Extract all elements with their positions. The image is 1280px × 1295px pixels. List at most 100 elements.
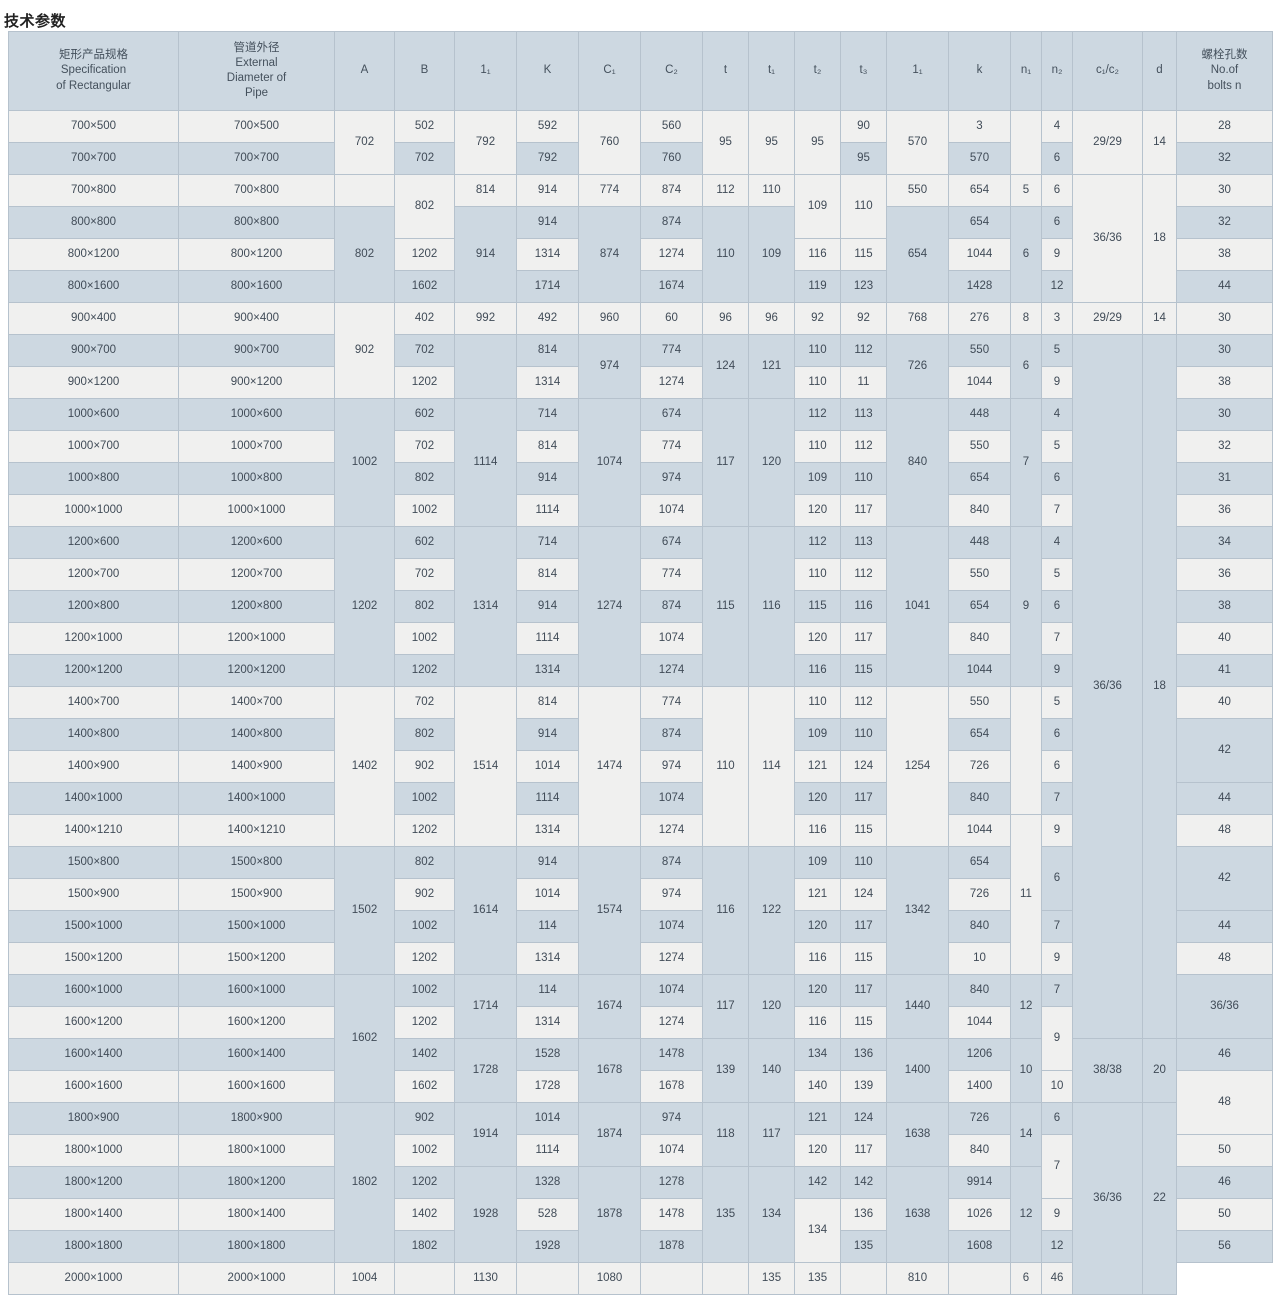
cell-t2: 135	[748, 1262, 795, 1295]
cell-C2: 974	[640, 462, 703, 495]
cell-K: 1714	[516, 270, 579, 303]
cell-t3: 135	[840, 1230, 887, 1263]
column-header-n2: n₂	[1041, 31, 1073, 111]
cell-bolts: 31	[1176, 462, 1273, 495]
cell-n2: 9	[1041, 238, 1073, 271]
cell-B: 1002	[394, 622, 455, 655]
cell-t2: 95	[794, 110, 841, 175]
cell-n2: 3	[1041, 302, 1073, 335]
cell-bolts: 50	[1176, 1134, 1273, 1167]
cell-t1	[702, 1262, 749, 1295]
cell-C2: 674	[640, 526, 703, 559]
cell-n2: 4	[1041, 526, 1073, 559]
cell-C1: 760	[578, 110, 641, 175]
cell-n2: 6	[1041, 142, 1073, 175]
cell-l1_b: 654	[886, 206, 949, 303]
cell-l1_b: 1638	[886, 1166, 949, 1263]
cell-ext_dia_pipe: 900×700	[178, 334, 335, 367]
cell-bolts: 30	[1176, 334, 1273, 367]
cell-k: 840	[948, 782, 1011, 815]
technical-parameters-table: 矩形产品规格 Specification of Rectangular 管道外径 Ext…	[8, 31, 1273, 1295]
cell-t3: 112	[840, 558, 887, 591]
cell-n2: 5	[1041, 686, 1073, 719]
cell-k: 570	[948, 142, 1011, 175]
cell-n2: 5	[1041, 430, 1073, 463]
cell-n2: 7	[1041, 974, 1073, 1007]
cell-bolts: 40	[1176, 622, 1273, 655]
cell-spec_rect: 1400×700	[8, 686, 179, 719]
cell-B: 702	[394, 430, 455, 463]
cell-n2: 6	[1041, 462, 1073, 495]
column-header-A: A	[334, 31, 395, 111]
cell-n1: 6	[1010, 334, 1042, 399]
cell-C2: 1674	[640, 270, 703, 303]
cell-n2: 6	[1041, 718, 1073, 751]
cell-n1	[1010, 110, 1042, 175]
cell-spec_rect: 1200×1000	[8, 622, 179, 655]
cell-n2: 7	[1041, 622, 1073, 655]
cell-B: 802	[394, 718, 455, 751]
cell-C1: 1878	[578, 1166, 641, 1263]
cell-n2: 5	[1041, 558, 1073, 591]
cell-l1_a	[394, 1262, 455, 1295]
cell-t: 95	[702, 110, 749, 175]
cell-C2: 1074	[640, 782, 703, 815]
cell-C1	[516, 1262, 579, 1295]
cell-K: 114	[516, 910, 579, 943]
cell-k: 1044	[948, 366, 1011, 399]
cell-C1: 1874	[578, 1102, 641, 1167]
table-row: 900×700 900×700 702 814 974 774 124 121 110 112 72…	[8, 334, 1273, 1039]
cell-l1_b: 1254	[886, 686, 949, 847]
cell-k: 654	[948, 174, 1011, 207]
cell-t2: 109	[794, 462, 841, 495]
cell-B: 802	[394, 174, 455, 239]
cell-n1: 11	[1010, 814, 1042, 975]
cell-t3: 115	[840, 238, 887, 271]
cell-t3: 117	[840, 494, 887, 527]
cell-ext_dia_pipe: 900×400	[178, 302, 335, 335]
cell-C1: 1574	[578, 846, 641, 975]
cell-t1: 140	[748, 1038, 795, 1103]
cell-c1_c2: 36/36	[1072, 1102, 1143, 1295]
cell-K: 114	[516, 974, 579, 1007]
cell-C2: 1274	[640, 814, 703, 847]
cell-t1: 95	[748, 110, 795, 175]
cell-bolts: 38	[1176, 590, 1273, 623]
cell-n1: 14	[1010, 1102, 1042, 1167]
cell-K: 814	[516, 686, 579, 719]
cell-K: 1014	[516, 1102, 579, 1135]
cell-B: 702	[394, 558, 455, 591]
cell-n2: 5	[1041, 334, 1073, 367]
cell-C2: 1074	[640, 494, 703, 527]
cell-t2: 115	[794, 590, 841, 623]
cell-B: 1202	[394, 654, 455, 687]
cell-n2: 9	[1041, 654, 1073, 687]
cell-C2: 874	[640, 590, 703, 623]
cell-d: 18	[1142, 174, 1177, 303]
cell-k: 1608	[948, 1230, 1011, 1263]
cell-t2: 116	[794, 814, 841, 847]
cell-spec_rect: 1600×1400	[8, 1038, 179, 1071]
cell-k: 550	[948, 334, 1011, 367]
cell-C2: 1878	[640, 1230, 703, 1263]
cell-l1_a: 914	[454, 206, 517, 303]
cell-n2: 7	[1041, 1134, 1073, 1199]
cell-B: 602	[394, 526, 455, 559]
cell-t3: 113	[840, 526, 887, 559]
cell-n2: 7	[1041, 494, 1073, 527]
cell-A: 1502	[334, 846, 395, 975]
cell-spec_rect: 1600×1600	[8, 1070, 179, 1103]
cell-B: 1202	[394, 1166, 455, 1199]
cell-B: 902	[394, 1102, 455, 1135]
cell-t3: 117	[840, 910, 887, 943]
cell-C2: 974	[640, 878, 703, 911]
cell-t2: 134	[794, 1038, 841, 1071]
cell-spec_rect: 800×1200	[8, 238, 179, 271]
cell-bolts: 30	[1176, 174, 1273, 207]
cell-B: 1202	[394, 814, 455, 847]
spec-table-container: 矩形产品规格 Specification of Rectangular 管道外径 Ext…	[0, 31, 1280, 1295]
cell-k: 654	[948, 206, 1011, 239]
column-header-t1: t₁	[748, 31, 795, 111]
cell-n1	[1010, 686, 1042, 815]
cell-t: 110	[702, 686, 749, 847]
